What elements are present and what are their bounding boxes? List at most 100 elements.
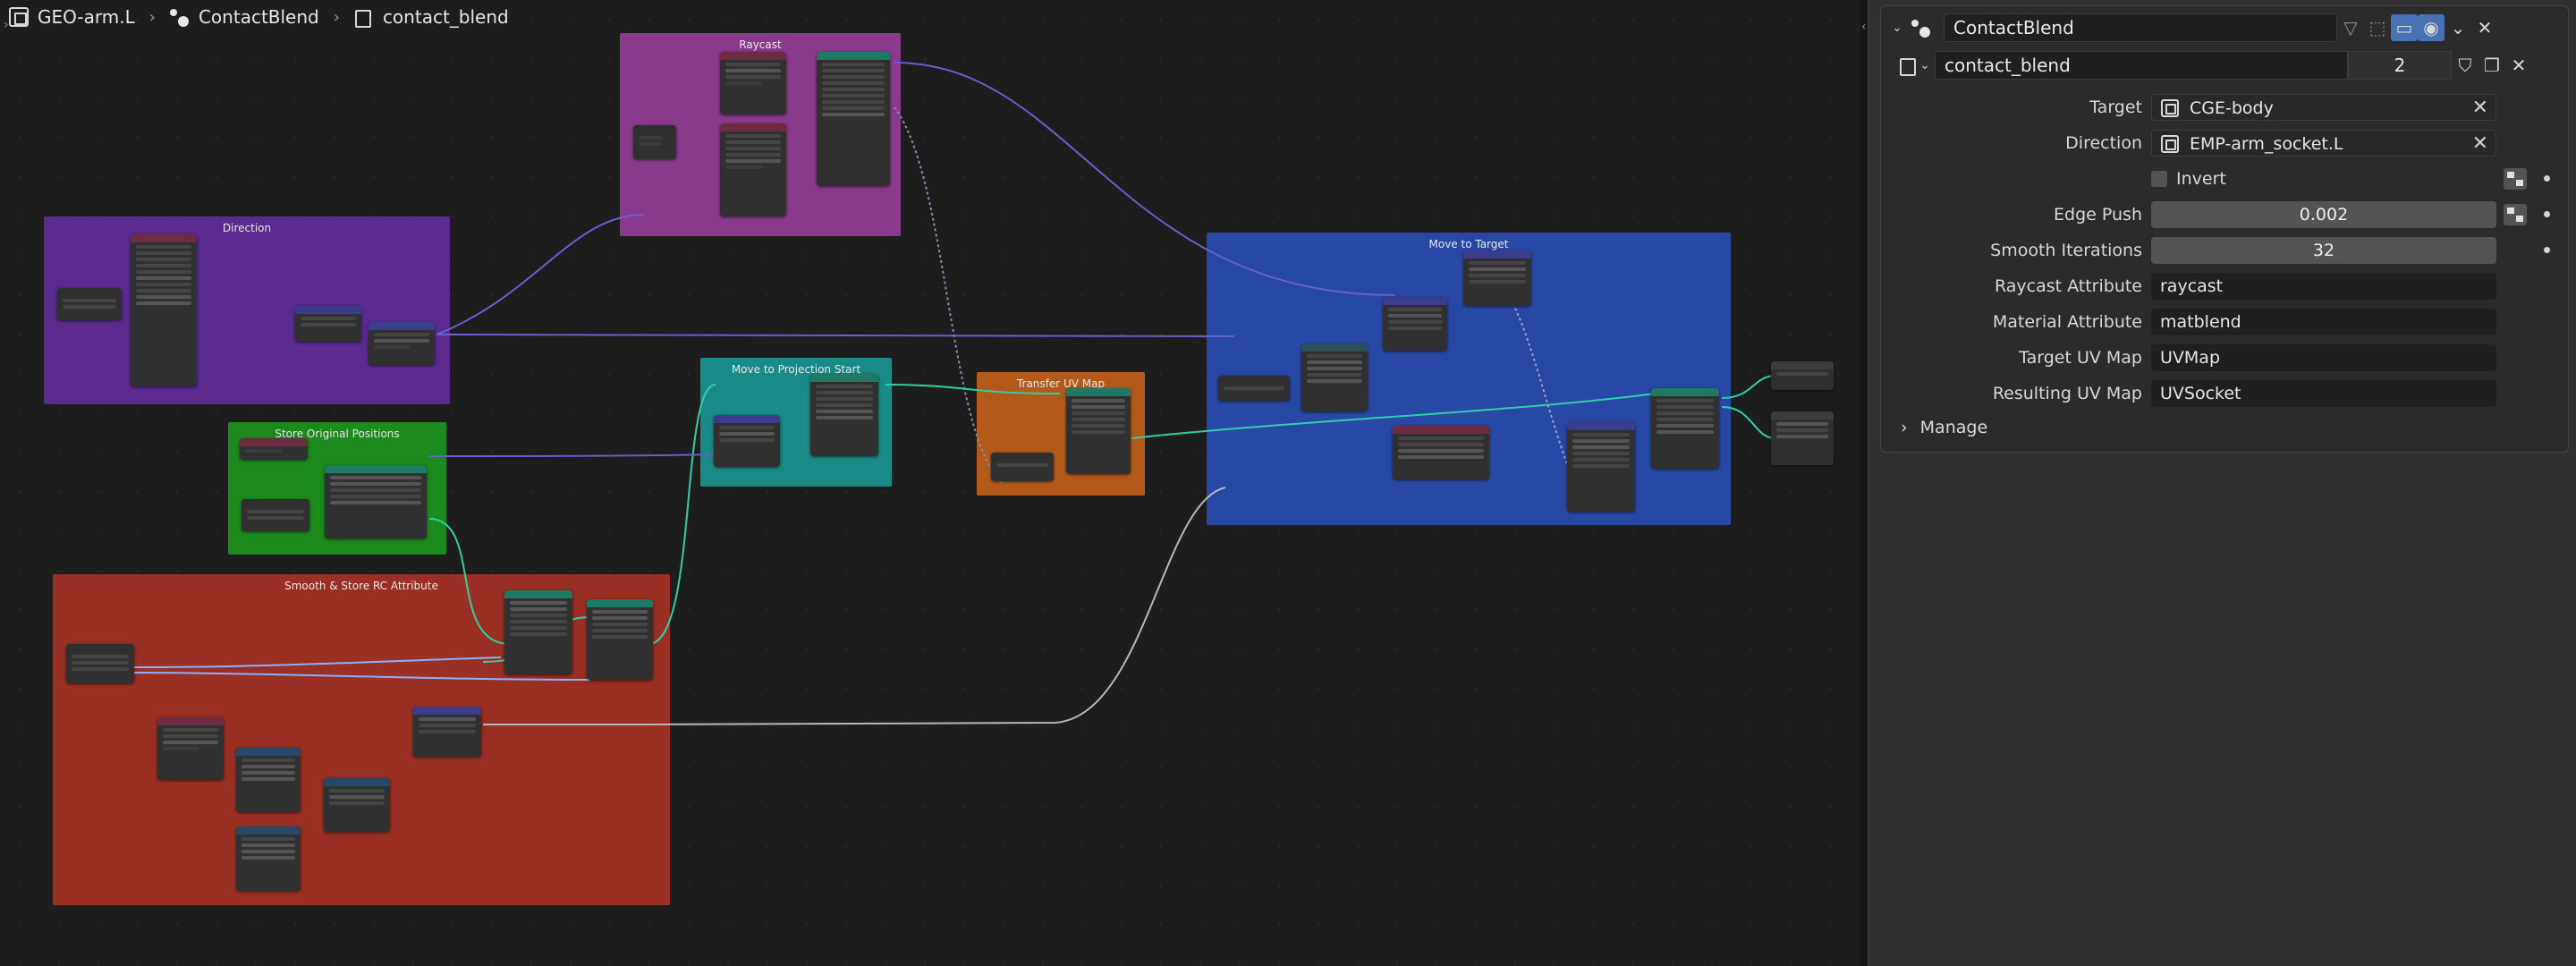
dropdown-arrow-icon[interactable]: ⌄ — [2445, 14, 2471, 41]
node-editor[interactable]: Raycast Direction Store Original Positio… — [0, 0, 1860, 966]
duplicate-icon[interactable]: ❐ — [2479, 52, 2505, 79]
chevron-down-icon[interactable]: ⌄ — [1919, 55, 1931, 76]
chevron-right-icon: › — [148, 7, 156, 27]
material-attribute-input[interactable]: matblend — [2151, 309, 2496, 335]
target-object-field[interactable]: CGE-body ✕ — [2151, 94, 2496, 121]
node-blur-attribute[interactable] — [413, 707, 481, 757]
collapse-arrow-icon[interactable]: ‹ — [1861, 20, 1867, 34]
node-named-attribute[interactable] — [720, 52, 786, 114]
field-material-attribute: Material Attribute matblend — [1881, 309, 2568, 335]
node-tree-icon — [354, 7, 374, 28]
field-resulting-uv-map: Resulting UV Map UVSocket — [1881, 380, 2568, 407]
node-tree-icon[interactable] — [1899, 55, 1919, 76]
node-named-attribute[interactable] — [1393, 426, 1489, 479]
on-cage-icon[interactable]: ⬚ — [2364, 14, 2391, 41]
node-group-input[interactable] — [242, 499, 309, 531]
resulting-uv-map-input[interactable]: UVSocket — [2151, 380, 2496, 407]
node-set-position[interactable] — [1651, 388, 1719, 469]
node-compare[interactable] — [236, 748, 301, 812]
clear-icon[interactable]: ✕ — [2472, 95, 2488, 122]
field-label: Target UV Map — [2019, 348, 2142, 368]
node-group-output[interactable] — [1771, 361, 1834, 390]
node-object-info[interactable] — [720, 123, 786, 216]
node-normalize[interactable] — [369, 322, 435, 365]
modifier-panel: ⌄ ContactBlend ▽ ⬚ ▭ ◉ ⌄ ✕ ⌄ contact_ble… — [1880, 5, 2569, 453]
field-label: Resulting UV Map — [1992, 384, 2142, 403]
invert-checkbox[interactable] — [2151, 171, 2167, 187]
node-group-name-field[interactable]: contact_blend — [1935, 51, 2348, 80]
frame-label: Direction — [222, 222, 272, 234]
geometry-nodes-modifier-icon — [1911, 18, 1931, 38]
direction-object-field[interactable]: EMP-arm_socket.L ✕ — [2151, 130, 2496, 157]
object-icon — [9, 7, 29, 27]
realtime-display-icon[interactable]: ▭ — [2391, 14, 2418, 41]
keyframe-dot-icon[interactable] — [2544, 247, 2550, 253]
node-position[interactable] — [240, 438, 308, 460]
fake-user-shield-icon[interactable]: ⛉ — [2452, 52, 2479, 79]
chevron-down-icon[interactable]: ⌄ — [1886, 17, 1908, 38]
clear-icon[interactable]: ✕ — [2472, 131, 2488, 157]
field-raycast-attribute: Raycast Attribute raycast — [1881, 273, 2568, 300]
node-store-named-attribute[interactable] — [504, 590, 572, 674]
node-group-row: ⌄ contact_blend 2 ⛉ ❐ ✕ — [1881, 47, 2568, 83]
keyframe-dot-icon[interactable] — [2544, 211, 2550, 217]
node-compare[interactable] — [236, 826, 301, 891]
frame-label: Raycast — [739, 38, 782, 51]
field-label: Edge Push — [2054, 205, 2142, 225]
node-object-info[interactable] — [131, 234, 197, 386]
frame-label: Move to Target — [1428, 238, 1509, 250]
unlink-icon[interactable]: ✕ — [2505, 52, 2532, 79]
target-uv-map-input[interactable]: UVMap — [2151, 344, 2496, 371]
breadcrumb-node-tree[interactable]: contact_blend — [383, 6, 509, 28]
keyframe-dot-icon[interactable] — [2544, 175, 2550, 182]
geometry-nodes-modifier-icon — [169, 7, 190, 27]
node-group-input[interactable] — [991, 453, 1054, 481]
node-raycast[interactable] — [817, 52, 890, 186]
node-group-input[interactable] — [57, 288, 122, 320]
expand-toolbar-icon[interactable]: › — [4, 18, 9, 32]
field-direction: Direction EMP-arm_socket.L ✕ — [1881, 130, 2568, 157]
object-icon — [2161, 99, 2179, 117]
manage-subpanel[interactable]: › Manage — [1901, 418, 1987, 437]
smooth-iterations-field[interactable]: 32 — [2151, 237, 2496, 264]
modifier-header: ⌄ ContactBlend ▽ ⬚ ▭ ◉ ⌄ ✕ — [1881, 10, 2568, 46]
breadcrumb-object[interactable]: GEO-arm.L — [38, 6, 135, 28]
node-subtract[interactable] — [714, 415, 780, 467]
field-edge-push: Edge Push 0.002 — [1881, 201, 2568, 228]
node-set-position[interactable] — [810, 374, 878, 456]
edit-mode-icon[interactable]: ▽ — [2337, 14, 2364, 41]
node-vector-rotate[interactable] — [295, 306, 361, 342]
node-store-named-attribute[interactable] — [1066, 388, 1131, 474]
frame-label: Smooth & Store RC Attribute — [284, 580, 438, 592]
node-store-named-attribute[interactable] — [325, 465, 427, 538]
node-group-input[interactable] — [66, 644, 134, 683]
node-mix[interactable] — [1567, 422, 1635, 512]
attribute-toggle-icon[interactable] — [2504, 204, 2527, 225]
users-count[interactable]: 2 — [2348, 51, 2452, 80]
frame-smooth-store-rc[interactable]: Smooth & Store RC Attribute — [53, 574, 670, 905]
node-viewer[interactable] — [1771, 411, 1834, 465]
link — [428, 453, 716, 457]
edge-push-slider[interactable]: 0.002 — [2151, 201, 2496, 228]
close-icon[interactable]: ✕ — [2471, 14, 2498, 41]
breadcrumb-modifier[interactable]: ContactBlend — [199, 6, 319, 28]
area-divider[interactable]: ‹ — [1860, 0, 1868, 966]
field-label: Raycast Attribute — [1994, 276, 2142, 296]
node-vector-math[interactable] — [1463, 250, 1531, 306]
node-store-named-attribute[interactable] — [587, 599, 653, 680]
render-icon[interactable]: ◉ — [2418, 14, 2445, 41]
field-invert: Invert — [1881, 165, 2568, 192]
field-label: Material Attribute — [1992, 312, 2142, 332]
modifier-name-field[interactable]: ContactBlend — [1944, 13, 2337, 42]
raycast-attribute-input[interactable]: raycast — [2151, 273, 2496, 300]
node-group-input[interactable] — [1218, 376, 1290, 401]
field-label: Direction — [2065, 133, 2142, 153]
node-vector-math[interactable] — [1383, 297, 1447, 351]
node-named-attribute[interactable] — [157, 717, 224, 780]
node-math[interactable] — [1301, 343, 1368, 411]
attribute-toggle-icon[interactable] — [2504, 168, 2527, 190]
subpanel-label: Manage — [1919, 418, 1988, 437]
chevron-right-icon: › — [1901, 418, 1908, 437]
node-group-input[interactable] — [633, 125, 676, 159]
node-boolean-math[interactable] — [324, 778, 390, 832]
